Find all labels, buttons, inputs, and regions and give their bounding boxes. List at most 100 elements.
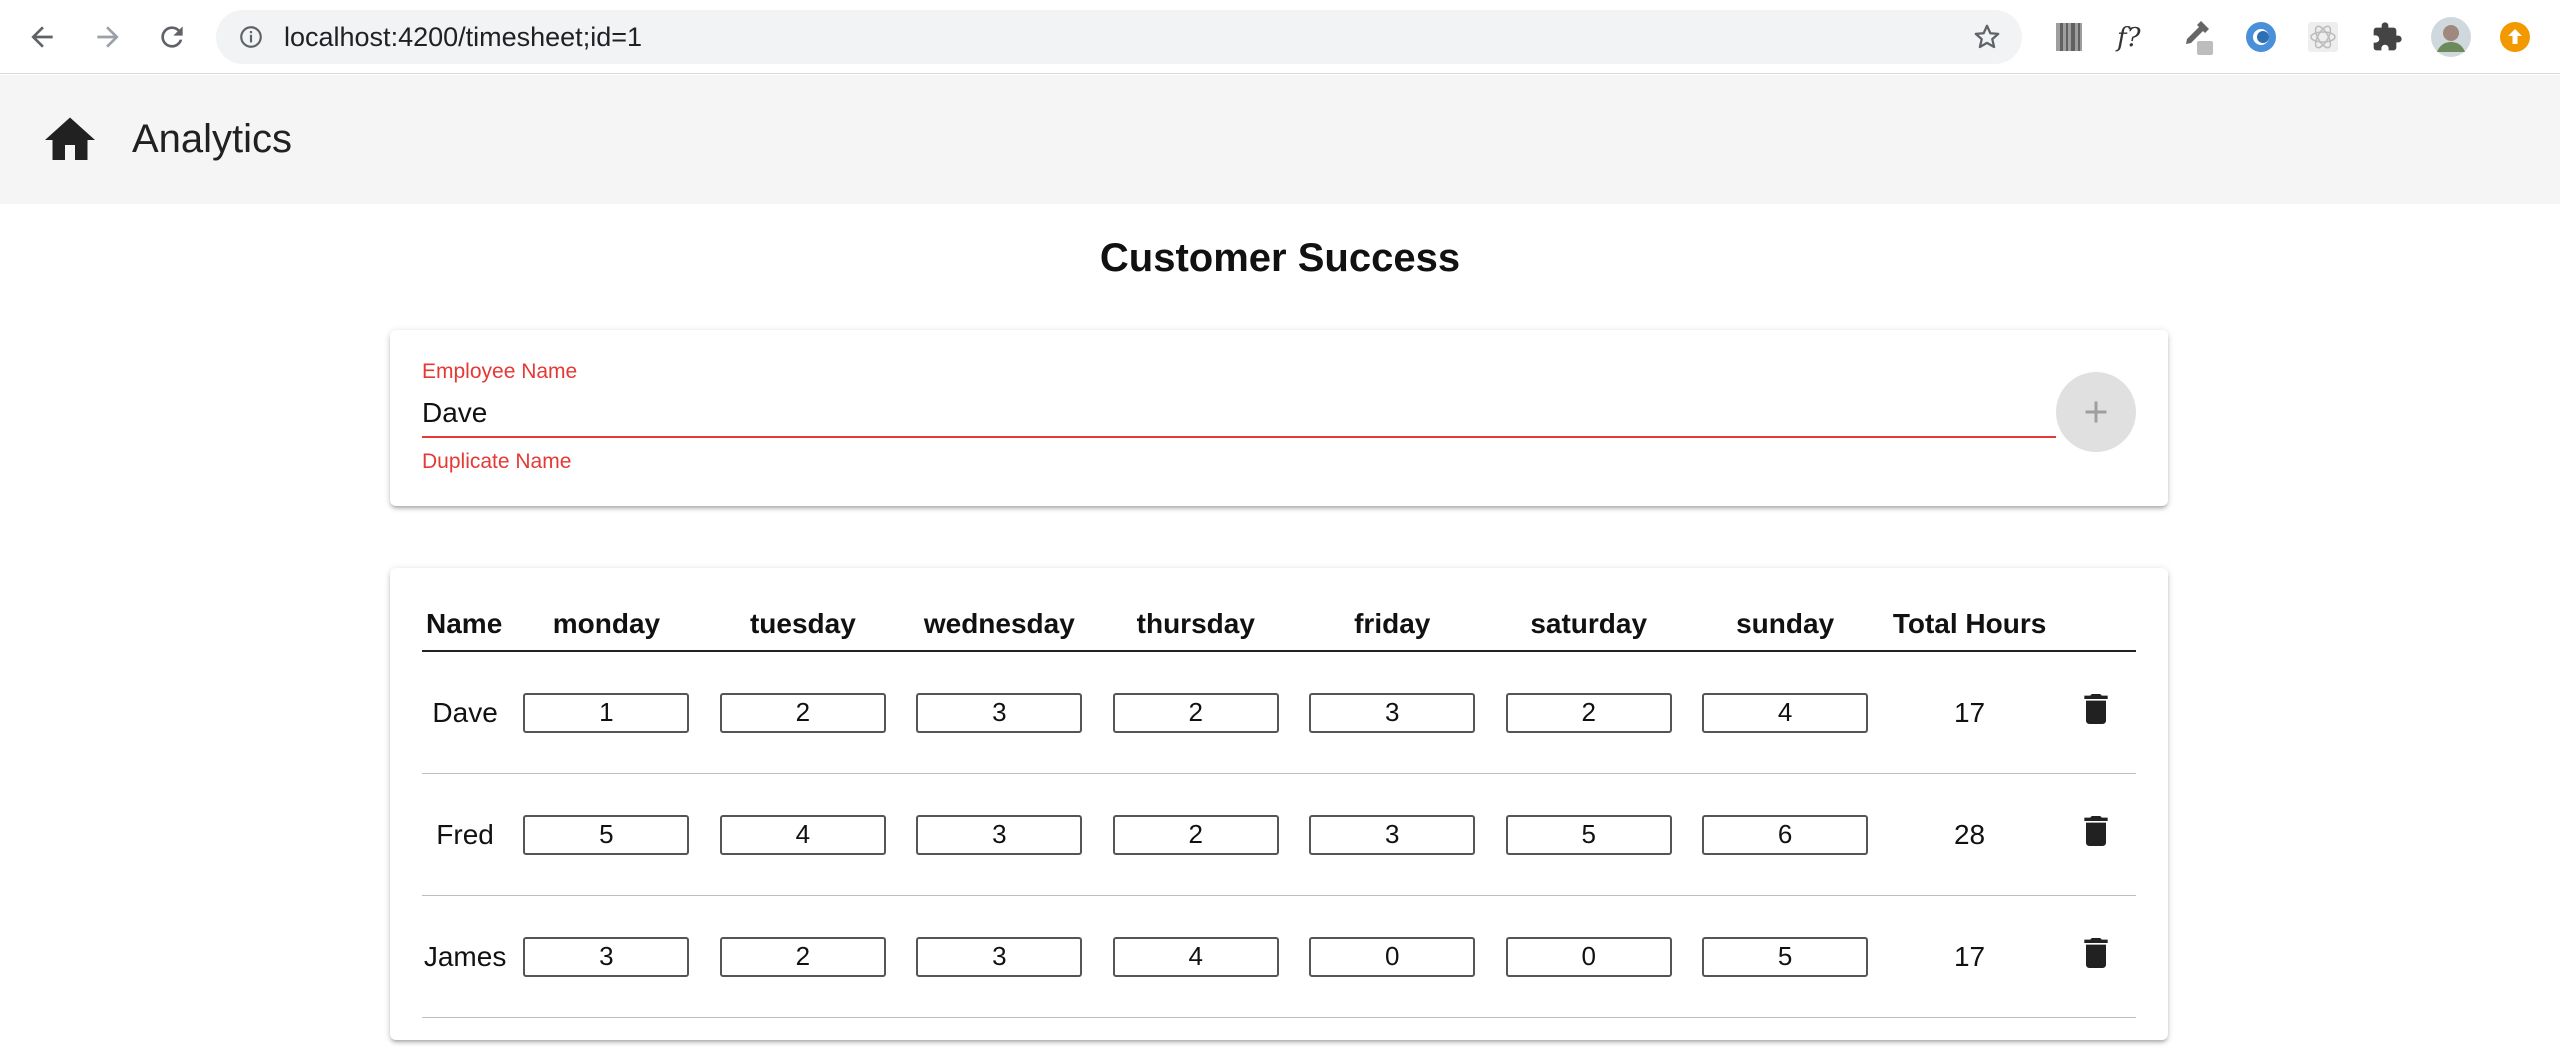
hours-cell bbox=[1490, 895, 1687, 1018]
extensions-puzzle-icon[interactable] bbox=[2366, 16, 2408, 58]
bookmark-star-icon[interactable] bbox=[1972, 22, 2002, 52]
sunday-hours-input[interactable] bbox=[1702, 814, 1869, 855]
info-icon[interactable] bbox=[238, 24, 264, 50]
monday-hours-input[interactable] bbox=[523, 814, 690, 855]
hours-cell bbox=[1294, 895, 1491, 1018]
hours-cell bbox=[508, 651, 705, 774]
profile-avatar[interactable] bbox=[2430, 16, 2472, 58]
home-icon[interactable] bbox=[40, 110, 100, 170]
hours-cell bbox=[1490, 773, 1687, 896]
saturday-hours-input[interactable] bbox=[1505, 692, 1672, 733]
reload-button[interactable] bbox=[152, 17, 192, 57]
hours-cell bbox=[704, 773, 902, 896]
trash-icon bbox=[2084, 694, 2108, 724]
table-row: James 17 bbox=[422, 895, 2136, 1018]
blue-circle-extension-icon[interactable] bbox=[2240, 16, 2282, 58]
friday-hours-input[interactable] bbox=[1309, 814, 1476, 855]
monday-hours-input[interactable] bbox=[523, 936, 690, 977]
employee-name-label: Employee Name bbox=[422, 360, 578, 383]
hours-cell bbox=[1686, 651, 1884, 774]
wednesday-hours-input[interactable] bbox=[916, 692, 1083, 733]
header-name: Name bbox=[422, 602, 509, 652]
hours-cell bbox=[1686, 895, 1884, 1018]
header-monday: monday bbox=[508, 602, 705, 652]
forward-arrow-icon bbox=[97, 26, 119, 48]
hours-cell bbox=[901, 773, 1098, 896]
header-saturday: saturday bbox=[1490, 602, 1687, 652]
friday-hours-input[interactable] bbox=[1309, 692, 1476, 733]
browser-toolbar: localhost:4200/timesheet;id=1 f? bbox=[0, 0, 2560, 74]
delete-row-button[interactable] bbox=[2076, 933, 2116, 976]
friday-hours-input[interactable] bbox=[1309, 936, 1476, 977]
thursday-hours-input[interactable] bbox=[1112, 692, 1279, 733]
hours-cell bbox=[704, 651, 902, 774]
back-arrow-icon bbox=[31, 26, 53, 48]
hours-cell bbox=[1686, 773, 1884, 896]
delete-row-button[interactable] bbox=[2076, 689, 2116, 732]
actions-cell bbox=[2055, 651, 2136, 774]
saturday-hours-input[interactable] bbox=[1505, 936, 1672, 977]
update-arrow-icon[interactable] bbox=[2494, 16, 2536, 58]
hours-cell bbox=[1294, 773, 1491, 896]
duplicate-name-error: Duplicate Name bbox=[422, 450, 572, 473]
address-bar[interactable]: localhost:4200/timesheet;id=1 bbox=[216, 10, 2022, 64]
header-total-hours: Total Hours bbox=[1883, 602, 2056, 652]
employee-name-cell: James bbox=[422, 895, 509, 1018]
header-wednesday: wednesday bbox=[901, 602, 1098, 652]
app-toolbar: Analytics bbox=[0, 75, 2560, 204]
hours-cell bbox=[508, 773, 705, 896]
thursday-hours-input[interactable] bbox=[1112, 814, 1279, 855]
back-button[interactable] bbox=[22, 17, 62, 57]
app-title: Analytics bbox=[132, 117, 293, 161]
actions-cell bbox=[2055, 773, 2136, 896]
page-title: Customer Success bbox=[1099, 236, 1461, 280]
timesheet-card: Name monday tuesday wednesday thursday f… bbox=[390, 568, 2168, 1040]
trash-icon bbox=[2084, 938, 2108, 968]
header-row: Name monday tuesday wednesday thursday f… bbox=[422, 602, 2136, 652]
header-sunday: sunday bbox=[1686, 602, 1884, 652]
header-actions bbox=[2055, 602, 2136, 652]
wednesday-hours-input[interactable] bbox=[916, 936, 1083, 977]
monday-hours-input[interactable] bbox=[523, 692, 690, 733]
fonts-ninja-extension-icon[interactable]: f? bbox=[2112, 16, 2154, 58]
svg-text:f?: f? bbox=[2115, 23, 2142, 53]
delete-row-button[interactable] bbox=[2076, 811, 2116, 854]
table-row: Dave 17 bbox=[422, 651, 2136, 774]
header-tuesday: tuesday bbox=[704, 602, 902, 652]
color-picker-extension-icon[interactable] bbox=[2176, 16, 2218, 58]
add-employee-button[interactable] bbox=[2056, 372, 2136, 452]
tuesday-hours-input[interactable] bbox=[719, 814, 886, 855]
header-friday: friday bbox=[1294, 602, 1491, 652]
hours-cell bbox=[704, 895, 902, 1018]
saturday-hours-input[interactable] bbox=[1505, 814, 1672, 855]
hours-cell bbox=[1097, 895, 1294, 1018]
employee-form-card: Employee Name Duplicate Name bbox=[390, 330, 2168, 506]
react-devtools-extension-icon[interactable] bbox=[2302, 16, 2344, 58]
hours-cell bbox=[508, 895, 705, 1018]
tuesday-hours-input[interactable] bbox=[719, 692, 886, 733]
thursday-hours-input[interactable] bbox=[1112, 936, 1279, 977]
employee-name-cell: Dave bbox=[422, 651, 509, 774]
sunday-hours-input[interactable] bbox=[1702, 936, 1869, 977]
wednesday-hours-input[interactable] bbox=[916, 814, 1083, 855]
hours-cell bbox=[1097, 651, 1294, 774]
tuesday-hours-input[interactable] bbox=[719, 936, 886, 977]
forward-button[interactable] bbox=[88, 17, 128, 57]
employee-name-cell: Fred bbox=[422, 773, 509, 896]
total-hours-cell: 17 bbox=[1883, 895, 2056, 1018]
hours-cell bbox=[1097, 773, 1294, 896]
trash-icon bbox=[2084, 816, 2108, 846]
sunday-hours-input[interactable] bbox=[1702, 692, 1869, 733]
url-text[interactable]: localhost:4200/timesheet;id=1 bbox=[284, 10, 642, 64]
barcode-extension-icon[interactable] bbox=[2048, 16, 2090, 58]
header-thursday: thursday bbox=[1097, 602, 1294, 652]
employee-name-input[interactable] bbox=[422, 390, 2056, 438]
hours-cell bbox=[1490, 651, 1687, 774]
timesheet-table: Name monday tuesday wednesday thursday f… bbox=[422, 602, 2136, 1018]
actions-cell bbox=[2055, 895, 2136, 1018]
table-row: Fred 28 bbox=[422, 773, 2136, 896]
total-hours-cell: 28 bbox=[1883, 773, 2056, 896]
reload-icon bbox=[161, 26, 183, 48]
total-hours-cell: 17 bbox=[1883, 651, 2056, 774]
hours-cell bbox=[901, 651, 1098, 774]
